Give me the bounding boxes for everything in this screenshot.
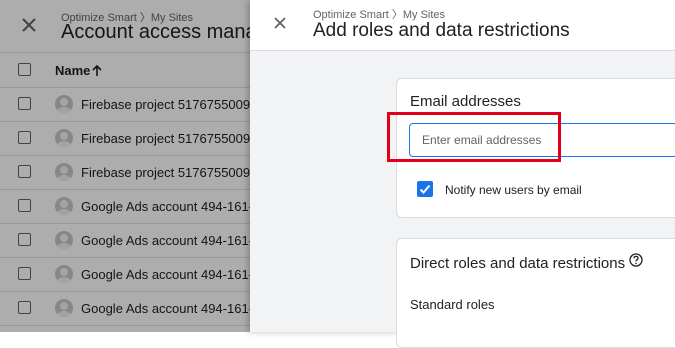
highlight-annotation	[387, 112, 561, 162]
add-roles-panel: Optimize Smart 〉My Sites Add roles and d…	[250, 0, 675, 348]
help-circle-icon[interactable]	[629, 253, 643, 267]
panel-title: Add roles and data restrictions	[313, 20, 570, 41]
email-section-label: Email addresses	[410, 93, 521, 110]
notify-users-label[interactable]: Notify new users by email	[445, 183, 582, 197]
panel-header: Optimize Smart 〉My Sites Add roles and d…	[250, 0, 675, 51]
close-icon[interactable]	[271, 14, 289, 32]
standard-roles-label: Standard roles	[410, 297, 495, 312]
modal-scrim[interactable]	[0, 0, 250, 332]
checkbox-checked-icon[interactable]	[417, 181, 433, 197]
roles-section-label: Direct roles and data restrictions	[410, 255, 626, 272]
